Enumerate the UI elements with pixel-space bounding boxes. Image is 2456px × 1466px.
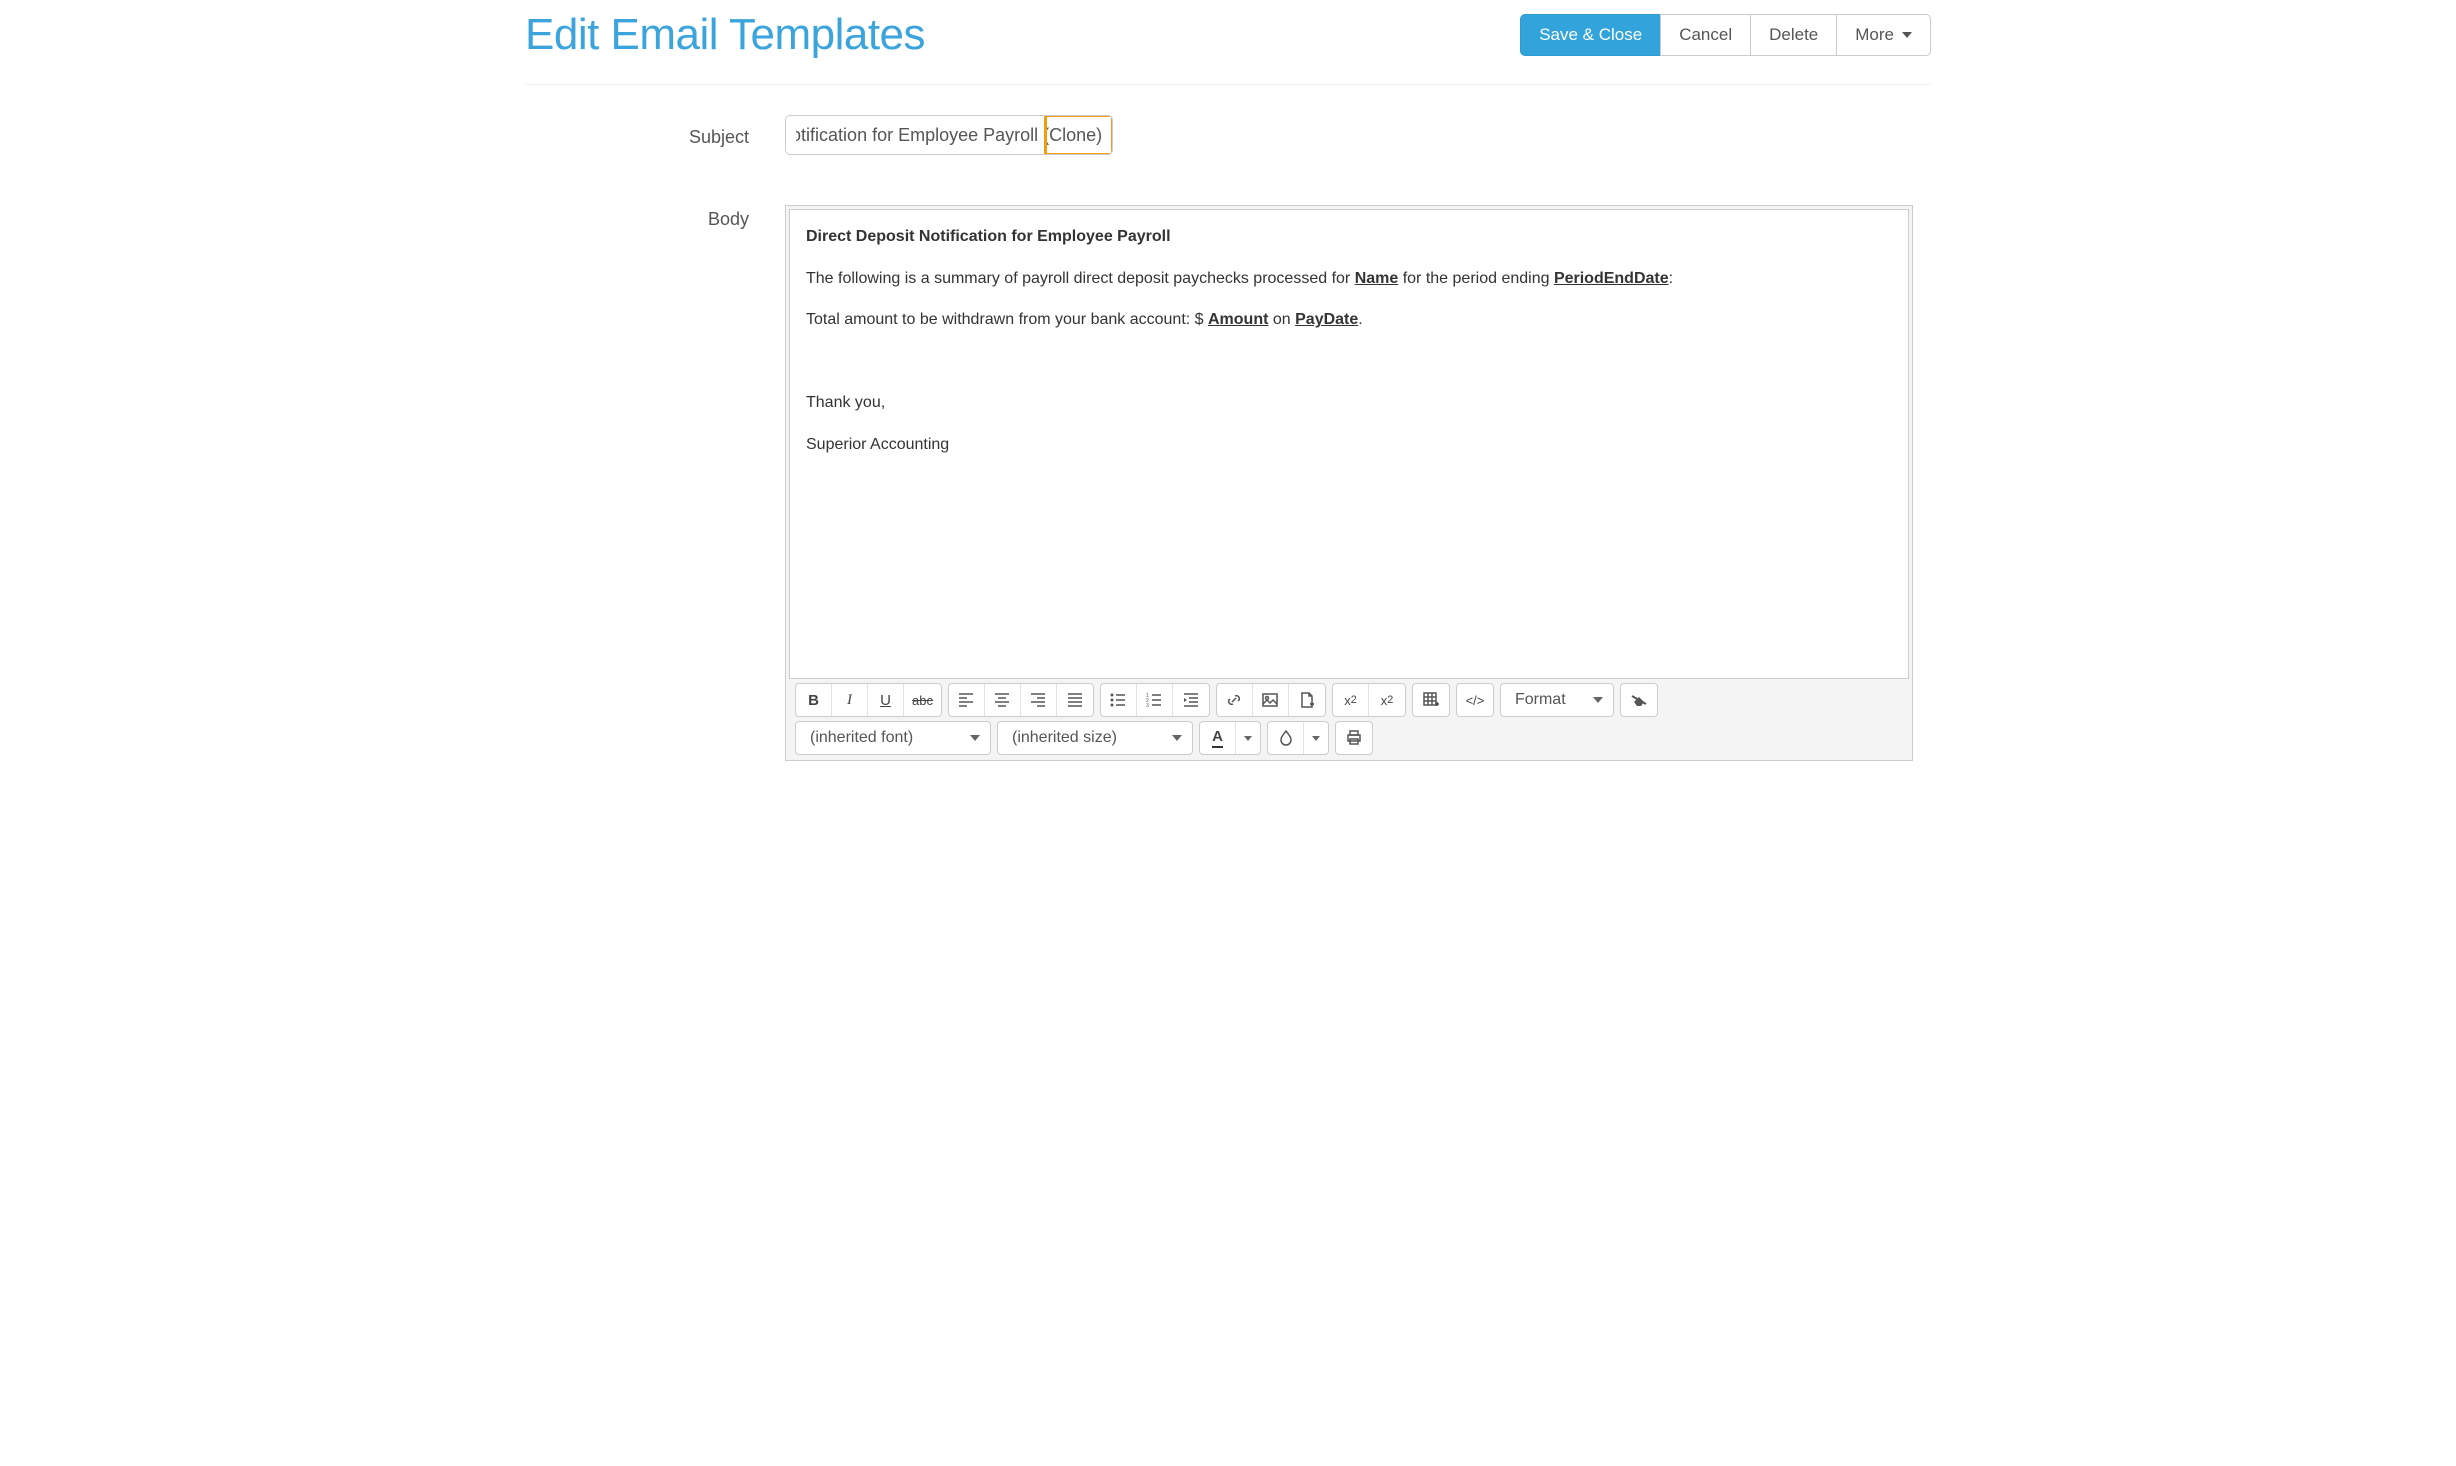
align-right-button[interactable] [1021,684,1057,716]
body-line2-a: Total amount to be withdrawn from your b… [806,311,1208,328]
insert-file-button[interactable] [1289,684,1325,716]
page-header: Edit Email Templates Save & Close Cancel… [525,10,1931,85]
bold-button[interactable]: B [796,684,832,716]
strikethrough-button[interactable]: abc [904,684,941,716]
body-line4: Superior Accounting [806,436,949,453]
subject-input-container [785,115,1113,155]
var-name: Name [1355,270,1399,287]
caret-down-icon [970,735,980,741]
caret-down-icon [1902,32,1912,38]
clear-formatting-button[interactable] [1621,684,1657,716]
align-left-button[interactable] [949,684,985,716]
code-group: </> [1456,683,1494,717]
body-line1-a: The following is a summary of payroll di… [806,270,1355,287]
subject-input[interactable] [796,125,1102,146]
var-amount: Amount [1208,311,1268,328]
font-color-button[interactable]: A [1200,722,1236,754]
highlight-color-dropdown[interactable] [1304,722,1328,754]
font-size-label: (inherited size) [1012,729,1117,747]
link-button[interactable] [1217,684,1253,716]
delete-button[interactable]: Delete [1750,14,1837,56]
indent-button[interactable] [1173,684,1209,716]
code-button[interactable]: </> [1457,684,1493,716]
format-select-label: Format [1515,691,1566,709]
print-button[interactable] [1336,722,1372,754]
clear-group [1620,683,1658,717]
caret-down-icon [1593,697,1603,703]
table-group [1412,683,1450,717]
var-period-end-date: PeriodEndDate [1554,270,1669,287]
caret-down-icon [1244,736,1252,741]
body-line3: Thank you, [806,394,885,411]
editor-toolbar-row-2: (inherited font) (inherited size) A [789,719,1909,757]
editor-wrap: Direct Deposit Notification for Employee… [785,205,1913,761]
body-line2-b: on [1268,311,1295,328]
editor-toolbar-row-1: B I U abc [789,679,1909,719]
print-icon [1346,730,1362,746]
italic-button[interactable]: I [832,684,868,716]
action-button-group: Save & Close Cancel Delete More [1520,14,1931,56]
image-button[interactable] [1253,684,1289,716]
table-button[interactable] [1413,684,1449,716]
superscript-button[interactable]: x2 [1369,684,1405,716]
var-paydate: PayDate [1295,311,1358,328]
editor-content[interactable]: Direct Deposit Notification for Employee… [789,209,1909,679]
cancel-button[interactable]: Cancel [1660,14,1751,56]
body-line1-punct: : [1669,270,1673,287]
subject-row: Subject [525,115,1931,155]
more-button-label: More [1855,25,1894,45]
ordered-list-button[interactable]: 123 [1137,684,1173,716]
unordered-list-button[interactable] [1101,684,1137,716]
align-center-button[interactable] [985,684,1021,716]
subject-label: Subject [525,123,785,148]
underline-button[interactable]: U [868,684,904,716]
font-family-label: (inherited font) [810,729,913,747]
font-color-dropdown[interactable] [1236,722,1260,754]
body-line1-b: for the period ending [1398,270,1554,287]
font-color-icon: A [1212,728,1223,748]
editor-frame: Direct Deposit Notification for Employee… [785,205,1913,761]
font-size-select[interactable]: (inherited size) [997,721,1193,755]
text-style-group: B I U abc [795,683,942,717]
body-line2-punct: . [1358,311,1362,328]
page-title: Edit Email Templates [525,10,925,60]
font-family-select[interactable]: (inherited font) [795,721,991,755]
caret-down-icon [1312,736,1320,741]
subscript-button[interactable]: x2 [1333,684,1369,716]
print-group [1335,721,1373,755]
highlight-color-button[interactable] [1268,722,1304,754]
format-select[interactable]: Format [1500,683,1614,717]
insert-group [1216,683,1326,717]
save-close-button[interactable]: Save & Close [1520,14,1661,56]
font-color-split: A [1199,721,1261,755]
caret-down-icon [1172,735,1182,741]
body-label: Body [525,205,785,230]
script-group: x2 x2 [1332,683,1406,717]
droplet-icon [1278,730,1294,746]
body-heading: Direct Deposit Notification for Employee… [806,228,1171,245]
more-button[interactable]: More [1836,14,1931,56]
align-justify-button[interactable] [1057,684,1093,716]
svg-text:3: 3 [1146,703,1149,708]
body-row: Body Direct Deposit Notification for Emp… [525,205,1931,761]
list-group: 123 [1100,683,1210,717]
highlight-color-split [1267,721,1329,755]
align-group [948,683,1094,717]
